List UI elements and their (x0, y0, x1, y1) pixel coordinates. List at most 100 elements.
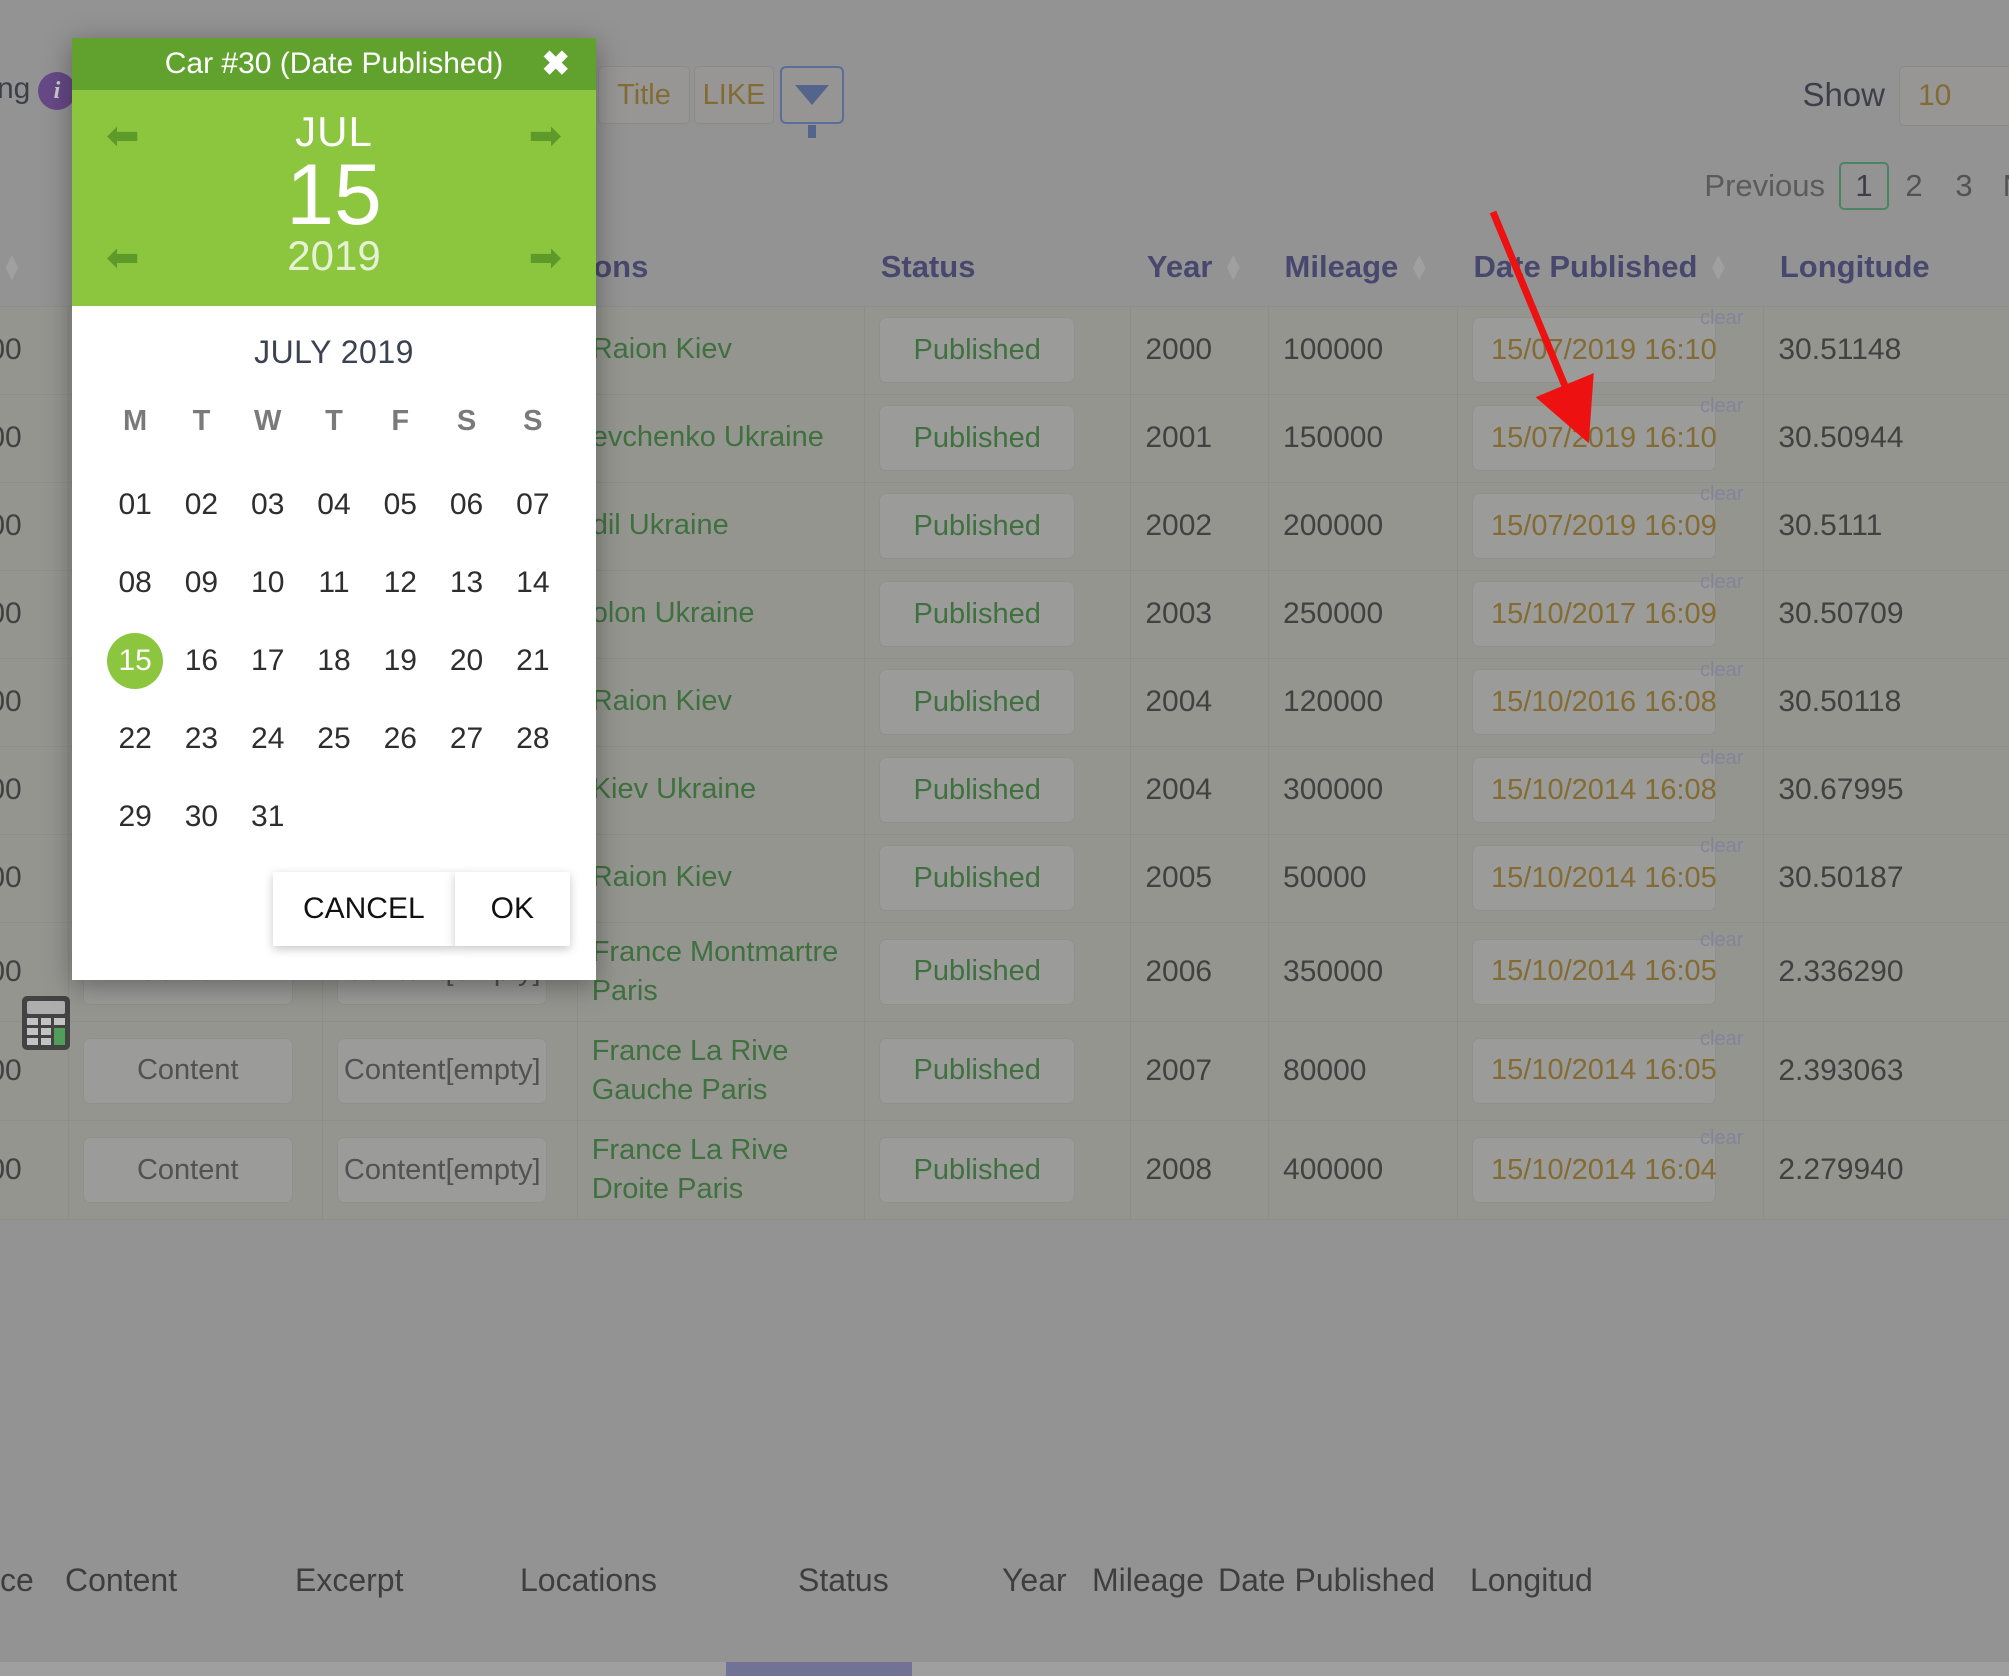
clear-link[interactable]: clear (1700, 1127, 1743, 1150)
col-header-mileage[interactable]: Mileage ▲ ▼ (1268, 228, 1458, 306)
cell-date-published[interactable]: clear 15/10/2014 16:05 (1457, 921, 1765, 1022)
cell-date-published[interactable]: clear 15/10/2014 16:05 (1457, 833, 1765, 923)
filter-column-field[interactable]: Title (598, 66, 690, 124)
pagination-next[interactable]: N (1989, 162, 2009, 210)
col-header-date-published[interactable]: Date Published ▲ ▼ (1457, 228, 1764, 306)
col-header-status[interactable]: Status (864, 228, 1131, 306)
calendar-day-13[interactable]: 13 (433, 544, 499, 622)
calendar-day-23[interactable]: 23 (168, 700, 234, 778)
cell-mileage: 120000 (1268, 657, 1459, 747)
date-value[interactable]: 15/07/2019 16:09 (1472, 493, 1717, 559)
calendar-day-01[interactable]: 01 (102, 466, 168, 544)
calendar-day-21[interactable]: 21 (500, 622, 566, 700)
next-month-arrow-icon[interactable]: ➡ (528, 116, 562, 156)
pagination-previous[interactable]: Previous (1690, 168, 1839, 204)
clear-link[interactable]: clear (1700, 483, 1743, 506)
calendar-day-03[interactable]: 03 (235, 466, 301, 544)
col-header-longitude[interactable]: Longitude (1763, 228, 2009, 306)
cell-excerpt[interactable]: Content[empty] (322, 1020, 578, 1122)
col-header-locations[interactable]: ons (577, 228, 865, 306)
date-value[interactable]: 15/10/2014 16:05 (1472, 845, 1717, 911)
cell-location: France La Rive Gauche Paris (576, 1020, 866, 1122)
calendar-day-16[interactable]: 16 (168, 622, 234, 700)
close-icon[interactable]: ✖ (542, 47, 571, 81)
cell-date-published[interactable]: clear 15/07/2019 16:10 (1457, 393, 1765, 483)
date-value[interactable]: 15/07/2019 16:10 (1472, 405, 1717, 471)
calendar-day-label: 23 (184, 722, 219, 755)
show-count-input[interactable]: 10 (1899, 66, 2009, 126)
calendar-day-08[interactable]: 08 (102, 544, 168, 622)
prev-month-arrow-icon[interactable]: ⬅ (106, 116, 140, 156)
cell-date-published[interactable]: clear 15/07/2019 16:10 (1457, 305, 1765, 395)
date-value[interactable]: 15/10/2017 16:09 (1472, 581, 1717, 647)
clear-link[interactable]: clear (1700, 929, 1743, 952)
cell-date-published[interactable]: clear 15/10/2014 16:04 (1457, 1120, 1765, 1221)
cell-date-published[interactable]: clear 15/10/2014 16:08 (1457, 745, 1765, 835)
calendar-day-28[interactable]: 28 (500, 700, 566, 778)
clear-link[interactable]: clear (1700, 659, 1743, 682)
date-value[interactable]: 15/10/2014 16:05 (1472, 1037, 1717, 1104)
cell-content[interactable]: Content (67, 1020, 324, 1122)
calendar-day-11[interactable]: 11 (301, 544, 367, 622)
date-value[interactable]: 15/10/2014 16:04 (1472, 1137, 1717, 1204)
col-header-year[interactable]: Year ▲ ▼ (1130, 228, 1269, 306)
horizontal-scrollbar-track[interactable] (0, 1662, 2009, 1676)
cell-date-published[interactable]: clear 15/10/2017 16:09 (1457, 569, 1765, 659)
clear-link[interactable]: clear (1700, 1028, 1743, 1051)
pagination-page-1[interactable]: 1 (1839, 162, 1889, 210)
calendar-day-09[interactable]: 09 (168, 544, 234, 622)
calendar-day-05[interactable]: 05 (367, 466, 433, 544)
cell-date-published[interactable]: clear 15/10/2014 16:05 (1457, 1020, 1765, 1122)
calendar-day-24[interactable]: 24 (235, 700, 301, 778)
calendar-day-30[interactable]: 30 (168, 778, 234, 856)
col-header-price[interactable]: ce ▲▼ (0, 228, 69, 306)
clear-link[interactable]: clear (1700, 747, 1743, 770)
cell-content[interactable]: Content (67, 1120, 324, 1221)
calendar-day-12[interactable]: 12 (367, 544, 433, 622)
cell-date-published[interactable]: clear 15/10/2016 16:08 (1457, 657, 1765, 747)
next-year-arrow-icon[interactable]: ➡ (528, 238, 562, 278)
cell-location: Raion Kiev (576, 657, 866, 747)
filter-operator-field[interactable]: LIKE (694, 66, 774, 124)
calendar-day-18[interactable]: 18 (301, 622, 367, 700)
cell-date-published[interactable]: clear 15/07/2019 16:09 (1457, 481, 1765, 571)
weekday-label-1: T (192, 405, 211, 437)
pagination-page-2[interactable]: 2 (1889, 162, 1939, 210)
calendar-day-06[interactable]: 06 (433, 466, 499, 544)
calendar-day-label: 02 (184, 488, 219, 521)
calendar-day-29[interactable]: 29 (102, 778, 168, 856)
calendar-day-17[interactable]: 17 (235, 622, 301, 700)
calendar-day-02[interactable]: 02 (168, 466, 234, 544)
calendar-day-14[interactable]: 14 (500, 544, 566, 622)
calendar-day-04[interactable]: 04 (301, 466, 367, 544)
date-value[interactable]: 15/10/2014 16:05 (1472, 938, 1717, 1005)
date-value[interactable]: 15/07/2019 16:10 (1472, 317, 1717, 383)
cell-excerpt[interactable]: Content[empty] (322, 1120, 578, 1221)
calendar-day-31[interactable]: 31 (235, 778, 301, 856)
calendar-day-26[interactable]: 26 (367, 700, 433, 778)
date-picker-titlebar: Car #30 (Date Published) ✖ (72, 38, 596, 90)
calculator-icon[interactable] (22, 996, 70, 1050)
calendar-day-10[interactable]: 10 (235, 544, 301, 622)
calendar-day-25[interactable]: 25 (301, 700, 367, 778)
clear-link[interactable]: clear (1700, 571, 1743, 594)
calendar-day-27[interactable]: 27 (433, 700, 499, 778)
cell-location: evchenko Ukraine (576, 393, 866, 483)
ok-button[interactable]: OK (454, 872, 570, 946)
info-icon[interactable]: i (38, 72, 76, 110)
cancel-button[interactable]: CANCEL (272, 872, 455, 946)
calendar-day-19[interactable]: 19 (367, 622, 433, 700)
date-value[interactable]: 15/10/2016 16:08 (1472, 669, 1717, 735)
clear-link[interactable]: clear (1700, 395, 1743, 418)
filter-button[interactable] (780, 66, 844, 138)
prev-year-arrow-icon[interactable]: ⬅ (106, 238, 140, 278)
calendar-day-15[interactable]: 15 (102, 622, 168, 700)
clear-link[interactable]: clear (1700, 835, 1743, 858)
calendar-day-20[interactable]: 20 (433, 622, 499, 700)
pagination-page-3[interactable]: 3 (1939, 162, 1989, 210)
calendar-day-07[interactable]: 07 (500, 466, 566, 544)
calendar-day-22[interactable]: 22 (102, 700, 168, 778)
horizontal-scrollbar-thumb[interactable] (726, 1662, 912, 1676)
date-value[interactable]: 15/10/2014 16:08 (1472, 757, 1717, 823)
clear-link[interactable]: clear (1700, 307, 1743, 330)
